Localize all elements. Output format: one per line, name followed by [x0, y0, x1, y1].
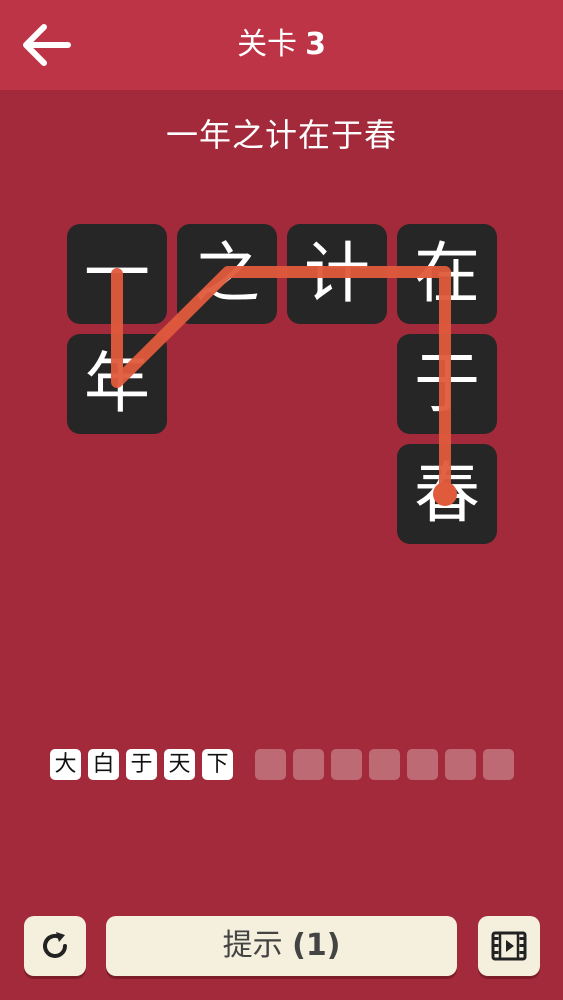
collected-char: 下	[202, 749, 233, 780]
game-board: 一 年 之 计 在 于 春	[0, 0, 563, 600]
empty-slot	[293, 749, 324, 780]
hint-button[interactable]: 提示 (1)	[106, 916, 457, 976]
board-tile[interactable]: 之	[177, 224, 277, 324]
collected-char: 大	[50, 749, 81, 780]
board-tile[interactable]: 在	[397, 224, 497, 324]
video-button[interactable]	[478, 916, 540, 976]
hint-text: 提示	[222, 928, 283, 963]
empty-slot	[407, 749, 438, 780]
board-tile[interactable]: 于	[397, 334, 497, 434]
collected-char: 白	[88, 749, 119, 780]
board-tile[interactable]: 春	[397, 444, 497, 544]
hint-count: (1)	[292, 928, 341, 963]
board-tile[interactable]: 年	[67, 334, 167, 434]
film-icon	[491, 931, 527, 961]
reset-button[interactable]	[24, 916, 86, 976]
board-tile[interactable]: 计	[287, 224, 387, 324]
empty-slot	[445, 749, 476, 780]
hint-label: 提示 (1)	[106, 916, 457, 976]
board-tile[interactable]: 一	[67, 224, 167, 324]
empty-slot	[255, 749, 286, 780]
refresh-icon	[43, 932, 67, 958]
collected-char: 天	[164, 749, 195, 780]
empty-slot	[483, 749, 514, 780]
empty-slot	[369, 749, 400, 780]
collected-char: 于	[126, 749, 157, 780]
empty-slot	[331, 749, 362, 780]
